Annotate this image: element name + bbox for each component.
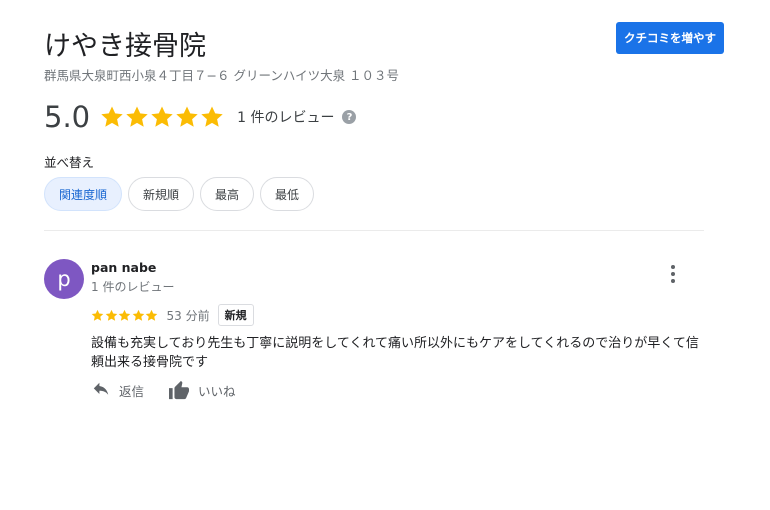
like-button[interactable]: いいね [168, 380, 236, 400]
sort-chip-highest[interactable]: 最高 [200, 177, 255, 211]
review-count[interactable]: 1 件のレビュー [237, 107, 334, 127]
review-stars [91, 309, 159, 322]
review-time: 53 分前 [166, 308, 210, 323]
like-label: いいね [198, 383, 236, 399]
star-icon [105, 309, 117, 321]
star-icon [145, 309, 158, 321]
star-icon [101, 106, 123, 127]
star-icon [126, 106, 148, 127]
star-icon [91, 309, 104, 321]
review-rating-row: 53 分前 新規 [91, 304, 254, 326]
sort-chip-relevance[interactable]: 関連度順 [44, 177, 123, 211]
divider [44, 230, 704, 231]
reviewer-meta: 1 件のレビュー [91, 280, 175, 294]
sort-label: 並べ替え [44, 155, 95, 170]
star-icon [201, 106, 223, 127]
reviewer-name[interactable]: pan nabe [91, 260, 156, 275]
more-vert-icon[interactable] [663, 263, 683, 285]
review-actions: 返信 いいね [91, 380, 260, 400]
add-review-button[interactable]: クチコミを増やす [616, 22, 724, 54]
reply-label: 返信 [119, 383, 145, 399]
rating-stars [100, 105, 225, 129]
sort-chips: 関連度順 新規順 最高 最低 [44, 177, 320, 211]
sort-chip-lowest[interactable]: 最低 [260, 177, 315, 211]
help-icon[interactable]: ? [342, 110, 357, 124]
sort-chip-newest[interactable]: 新規順 [128, 177, 195, 211]
star-icon [132, 309, 144, 321]
avatar[interactable]: p [44, 259, 84, 299]
new-badge: 新規 [217, 304, 254, 326]
business-name: けやき接骨院 [44, 31, 206, 62]
reply-icon [93, 382, 109, 395]
star-icon [151, 106, 173, 127]
star-icon [176, 106, 198, 127]
rating-summary: 5.0 1 件のレビュー ? [44, 99, 357, 135]
rating-value: 5.0 [44, 100, 91, 134]
review-text: 設備も充実しており先生も丁寧に説明をしてくれて痛い所以外にもケアをしてくれるので… [91, 336, 699, 370]
business-address: 群馬県大泉町西小泉４丁目７−６ グリーンハイツ大泉 １０３号 [44, 68, 400, 83]
star-icon [118, 309, 131, 321]
thumb-up-icon [169, 380, 190, 400]
reply-button[interactable]: 返信 [91, 381, 144, 400]
